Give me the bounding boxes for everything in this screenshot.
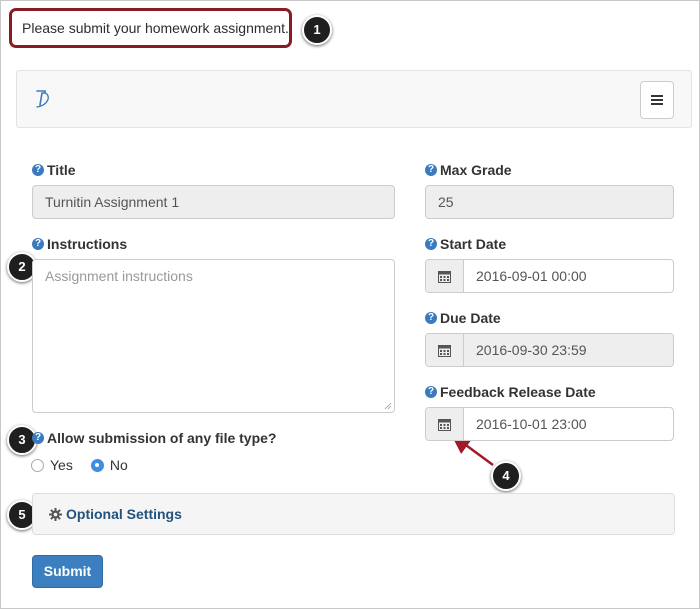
due-date-field[interactable]: 2016-09-30 23:59 (425, 333, 674, 367)
title-input[interactable]: Turnitin Assignment 1 (32, 185, 395, 219)
feedback-release-date-input[interactable]: 2016-10-01 23:00 (464, 408, 673, 440)
calendar-icon (438, 270, 451, 283)
start-date-label: ? Start Date (425, 235, 506, 253)
turnitin-logo-icon[interactable] (31, 87, 55, 111)
resize-handle-icon[interactable] (384, 402, 392, 410)
calendar-button[interactable] (426, 260, 464, 292)
calendar-button[interactable] (426, 408, 464, 440)
max-grade-input[interactable]: 25 (425, 185, 674, 219)
radio-yes-label[interactable]: Yes (50, 457, 73, 473)
allow-file-type-label: ? Allow submission of any file type? (32, 429, 276, 447)
submit-button[interactable]: Submit (32, 555, 103, 588)
optional-settings-link[interactable]: Optional Settings (66, 506, 182, 522)
help-icon[interactable]: ? (425, 164, 437, 176)
radio-no-label[interactable]: No (110, 457, 128, 473)
calendar-button[interactable] (426, 334, 464, 366)
help-icon[interactable]: ? (32, 432, 44, 444)
instructions-textarea[interactable]: Assignment instructions (32, 259, 395, 413)
top-navbar (16, 70, 692, 128)
hamburger-menu-icon (651, 95, 663, 105)
calendar-icon (438, 418, 451, 431)
due-date-label: ? Due Date (425, 309, 501, 327)
radio-no[interactable] (90, 458, 104, 472)
feedback-release-date-label: ? Feedback Release Date (425, 383, 596, 401)
start-date-field[interactable]: 2016-09-01 00:00 (425, 259, 674, 293)
max-grade-label: ? Max Grade (425, 161, 512, 179)
hamburger-menu-button[interactable] (640, 81, 674, 119)
help-icon[interactable]: ? (32, 164, 44, 176)
instructions-placeholder: Assignment instructions (45, 268, 193, 284)
feedback-release-date-field[interactable]: 2016-10-01 23:00 (425, 407, 674, 441)
start-date-input[interactable]: 2016-09-01 00:00 (464, 260, 673, 292)
instructions-label: ? Instructions (32, 235, 127, 253)
radio-yes[interactable] (31, 458, 44, 472)
due-date-input[interactable]: 2016-09-30 23:59 (464, 334, 673, 366)
gear-icon (49, 507, 62, 521)
title-label: ? Title (32, 161, 76, 179)
help-icon[interactable]: ? (425, 386, 437, 398)
allow-file-type-options: Yes No (31, 456, 128, 474)
help-icon[interactable]: ? (425, 238, 437, 250)
calendar-icon (438, 344, 451, 357)
help-icon[interactable]: ? (32, 238, 44, 250)
help-icon[interactable]: ? (425, 312, 437, 324)
optional-settings-panel[interactable]: Optional Settings (32, 493, 675, 535)
